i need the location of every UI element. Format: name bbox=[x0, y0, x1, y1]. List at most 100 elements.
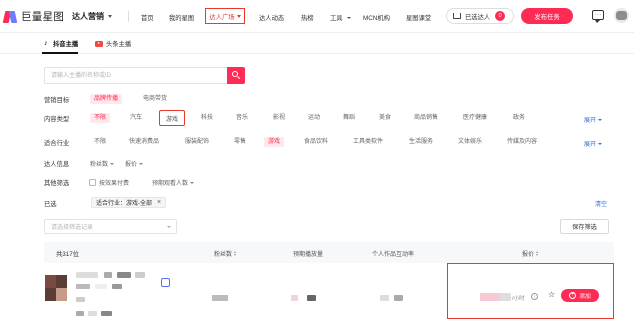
content-option-sales[interactable]: 商品销售 bbox=[410, 113, 442, 123]
content-option-auto[interactable]: 汽车 bbox=[126, 113, 146, 123]
blurred-block bbox=[101, 311, 112, 316]
selected-talents-label: 已选达人 bbox=[465, 13, 491, 21]
total-count: 共317位 bbox=[56, 251, 80, 258]
blurred-block bbox=[394, 295, 403, 301]
blurred-block bbox=[95, 284, 107, 289]
pay-by-effect-checkbox[interactable]: 按效果付费 bbox=[89, 178, 129, 187]
nav-mcn[interactable]: MCN机构 bbox=[363, 13, 390, 22]
content-option-dance[interactable]: 舞蹈 bbox=[339, 113, 359, 123]
talent-avatar[interactable] bbox=[45, 275, 67, 301]
nav-tools-label: 工具 bbox=[330, 15, 343, 22]
price-dropdown-label: 报价 bbox=[125, 162, 138, 168]
industry-option-tools[interactable]: 工具类软件 bbox=[349, 137, 387, 147]
blurred-block bbox=[117, 272, 131, 278]
selected-filters-label: 已选 bbox=[44, 201, 57, 208]
interaction-value-blurred bbox=[380, 295, 389, 301]
app-switcher-label: 达人营销 bbox=[72, 12, 104, 21]
nav-tools[interactable]: 工具 bbox=[330, 13, 351, 22]
nav-hot-list[interactable]: 热榜 bbox=[301, 13, 314, 22]
save-filter-button[interactable]: 保存筛选 bbox=[560, 219, 609, 234]
nav-talent-news[interactable]: 达人动态 bbox=[259, 13, 284, 22]
chevron-down-icon bbox=[598, 118, 603, 121]
tab-xigua[interactable]: 头条主播 bbox=[95, 39, 131, 48]
content-expand-toggle[interactable]: 展开 bbox=[584, 115, 603, 124]
nav-talent-square[interactable]: 达人广场 bbox=[205, 8, 245, 24]
saved-filter-select[interactable]: 请选择筛选记录 bbox=[44, 219, 177, 234]
industry-label: 适合行业 bbox=[44, 140, 70, 147]
search-button[interactable] bbox=[227, 67, 245, 84]
content-option-sports[interactable]: 运动 bbox=[304, 113, 324, 123]
blurred-block bbox=[135, 272, 145, 278]
content-option-all[interactable]: 不限 bbox=[90, 113, 111, 123]
fans-dropdown[interactable]: 粉丝数 bbox=[90, 159, 115, 168]
publish-task-button[interactable]: 发布任务 bbox=[521, 8, 573, 24]
blurred-block bbox=[88, 311, 97, 316]
chevron-down-icon bbox=[108, 15, 112, 18]
industry-option-entertainment[interactable]: 文体娱乐 bbox=[454, 137, 486, 147]
other-filters-label: 其他筛选 bbox=[44, 180, 70, 187]
content-option-game-label: 游戏 bbox=[165, 116, 178, 123]
industry-option-food[interactable]: 食品饮料 bbox=[300, 137, 332, 147]
nav-home[interactable]: 首页 bbox=[141, 13, 154, 22]
nav-star-class[interactable]: 星图课堂 bbox=[406, 13, 431, 22]
industry-option-media[interactable]: 传媒及内容 bbox=[503, 137, 541, 147]
industry-option-apparel[interactable]: 服装配饰 bbox=[181, 137, 213, 147]
tab-douyin[interactable]: 抖音主播 bbox=[44, 39, 78, 48]
industry-option-game[interactable]: 游戏 bbox=[264, 137, 285, 147]
logo-text: 巨量星图 bbox=[21, 11, 65, 23]
content-option-film[interactable]: 影视 bbox=[269, 113, 289, 123]
chevron-down-icon bbox=[236, 14, 241, 18]
saved-filter-placeholder: 请选择筛选记录 bbox=[51, 225, 94, 231]
expected-viewers-dropdown[interactable]: 预期观看人数 bbox=[152, 178, 195, 187]
content-option-tech[interactable]: 科技 bbox=[197, 113, 217, 123]
content-option-music[interactable]: 音乐 bbox=[232, 113, 252, 123]
sort-icon bbox=[536, 251, 539, 256]
goal-label: 营销目标 bbox=[44, 97, 70, 104]
tiktok-icon bbox=[44, 39, 50, 47]
column-price[interactable]: 报价 bbox=[522, 249, 539, 258]
chevron-down-icon bbox=[167, 226, 171, 228]
content-option-food[interactable]: 美食 bbox=[375, 113, 395, 123]
checkbox-icon bbox=[89, 179, 96, 186]
clear-filters-link[interactable]: 清空 bbox=[595, 199, 607, 208]
verified-icon bbox=[161, 278, 170, 287]
expand-label: 展开 bbox=[584, 118, 597, 124]
chevron-down-icon bbox=[110, 162, 115, 165]
close-icon[interactable]: × bbox=[157, 199, 161, 206]
content-option-game[interactable]: 游戏 bbox=[159, 110, 185, 126]
selected-filter-tag: 适合行业：游戏-全部 × bbox=[91, 197, 167, 208]
search-input[interactable] bbox=[45, 68, 227, 83]
tab-xigua-label: 头条主播 bbox=[106, 41, 132, 48]
talent-name-blurred bbox=[76, 272, 98, 278]
tab-douyin-label: 抖音主播 bbox=[53, 41, 79, 48]
sort-icon bbox=[234, 251, 237, 256]
industry-option-life[interactable]: 生活服务 bbox=[405, 137, 437, 147]
goal-option-ecommerce[interactable]: 电商带货 bbox=[139, 94, 171, 104]
content-option-gov[interactable]: 政务 bbox=[509, 113, 529, 123]
industry-option-retail[interactable]: 零售 bbox=[230, 137, 250, 147]
price-dropdown[interactable]: 报价 bbox=[125, 159, 144, 168]
expand-label: 展开 bbox=[584, 142, 597, 148]
column-interaction-rate: 个人作品互动率 bbox=[372, 252, 415, 258]
industry-expand-toggle[interactable]: 展开 bbox=[584, 139, 603, 148]
column-price-label: 报价 bbox=[522, 252, 535, 258]
industry-option-fmcg[interactable]: 快速消费品 bbox=[125, 137, 163, 147]
column-fans[interactable]: 粉丝数 bbox=[214, 249, 237, 258]
goal-option-brand[interactable]: 品牌传播 bbox=[90, 94, 123, 104]
fans-value-blurred bbox=[212, 295, 228, 301]
industry-option-all[interactable]: 不限 bbox=[90, 137, 110, 147]
selected-filter-tag-label: 适合行业：游戏-全部 bbox=[96, 201, 152, 207]
expected-viewers-label: 预期观看人数 bbox=[152, 181, 189, 187]
nav-my-star[interactable]: 我的星图 bbox=[169, 13, 194, 22]
selected-talents-button[interactable]: 已选达人 0 bbox=[446, 8, 514, 24]
user-avatar[interactable] bbox=[614, 8, 629, 23]
message-icon[interactable]: ··· bbox=[592, 10, 604, 23]
divider bbox=[128, 11, 129, 22]
chevron-down-icon bbox=[346, 16, 351, 19]
fans-dropdown-label: 粉丝数 bbox=[90, 162, 109, 168]
content-option-health[interactable]: 医疗健康 bbox=[459, 113, 491, 123]
top-bar: 巨量星图 达人营销 首页 我的星图 达人广场 达人动态 热榜 工具 MCN机构 … bbox=[0, 0, 634, 33]
app-switcher[interactable]: 达人营销 bbox=[72, 11, 112, 22]
active-tab-underline bbox=[42, 52, 78, 54]
logo[interactable]: 巨量星图 bbox=[2, 9, 65, 24]
